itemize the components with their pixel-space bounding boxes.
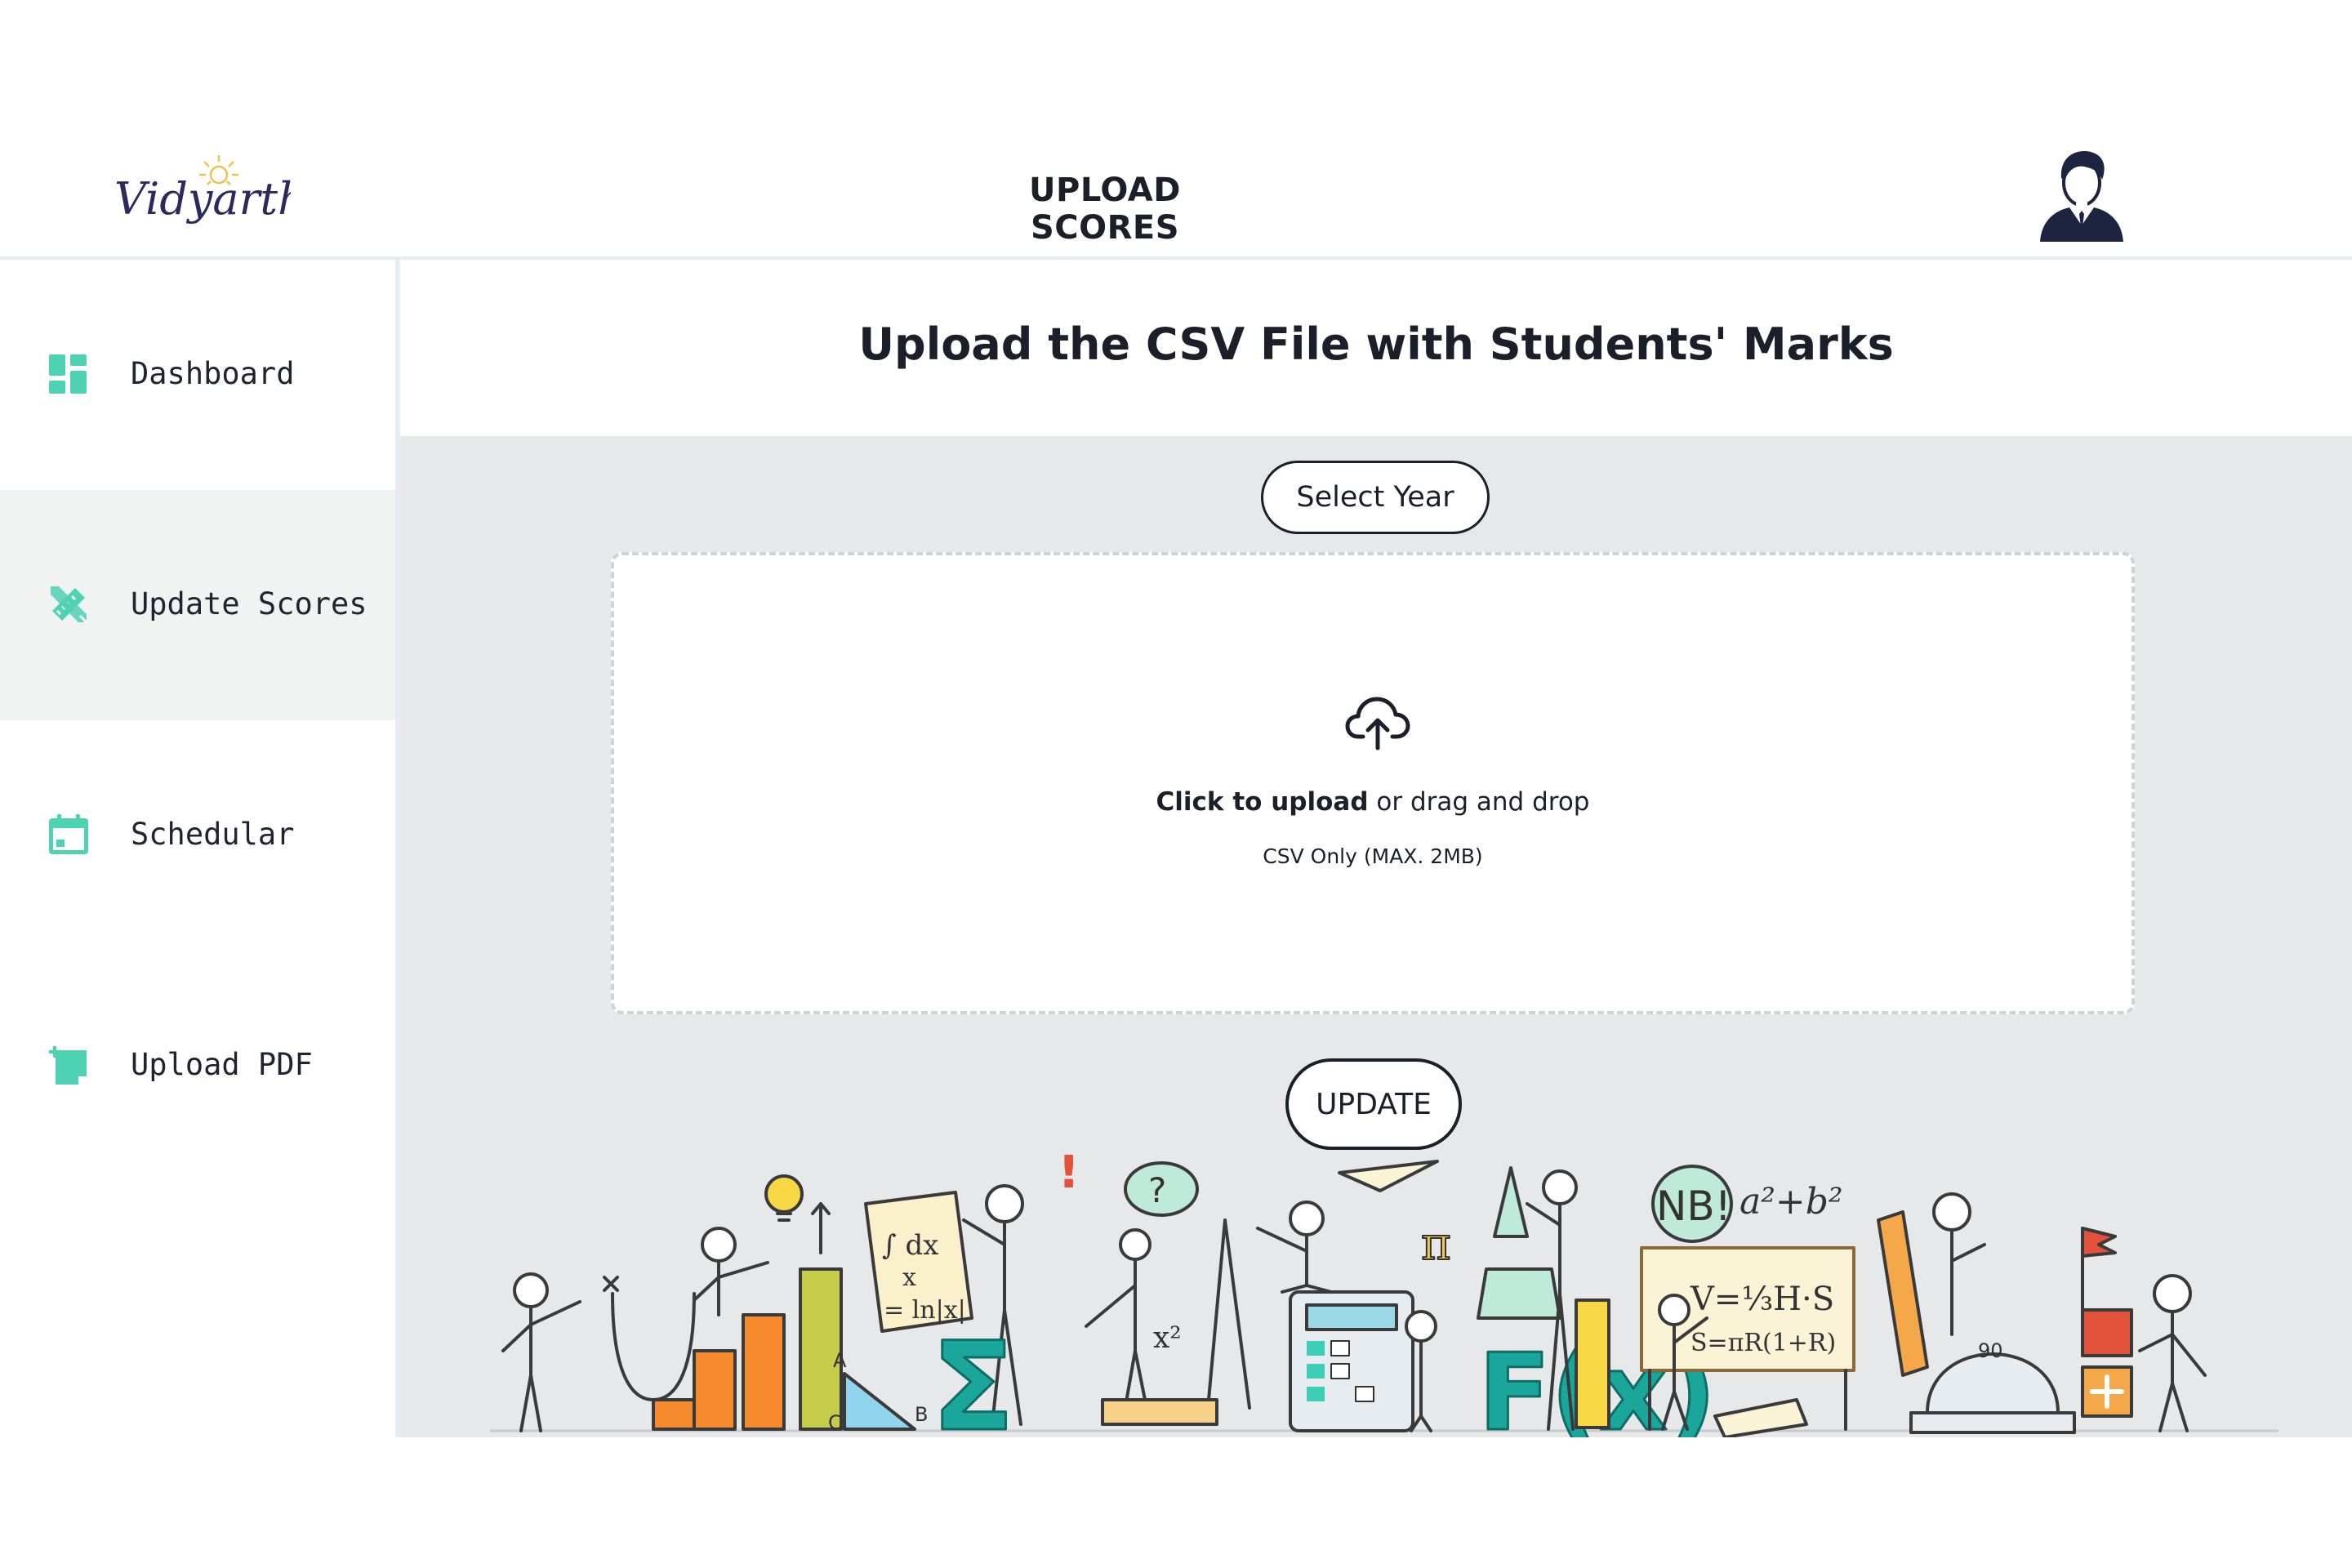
update-button[interactable]: UPDATE	[1285, 1058, 1462, 1150]
upload-instruction: Click to upload or drag and drop	[614, 787, 2132, 817]
sidebar-item-schedular[interactable]: Schedular	[0, 720, 395, 951]
file-type-hint: CSV Only (MAX. 2MB)	[1263, 844, 1483, 868]
add-note-icon	[49, 1046, 87, 1085]
file-dropzone[interactable]: Click to upload or drag and drop CSV Onl…	[611, 552, 2135, 1014]
user-avatar-icon[interactable]	[2037, 145, 2127, 243]
svg-text:C: C	[828, 1411, 842, 1434]
sidebar: Dashboard Update Scores Schedular Upload…	[0, 260, 400, 1437]
top-header: Vidyarthi UPLOAD SCORES	[0, 121, 2352, 260]
sidebar-item-upload-pdf[interactable]: Upload PDF	[0, 951, 395, 1181]
sidebar-item-label: Schedular	[131, 817, 295, 852]
integral-paper-icon: ∫ dx x = ln|x| A C B Σ !	[828, 1155, 1080, 1437]
dashboard-icon	[49, 354, 87, 394]
svg-text:S=πR(1+R): S=πR(1+R)	[1690, 1329, 1836, 1357]
logo-text: Vidyarthi	[114, 173, 291, 225]
calendar-icon	[49, 814, 88, 854]
svg-text:NB!: NB!	[1656, 1183, 1731, 1230]
main-title: Upload the CSV File with Students' Marks	[858, 318, 1894, 370]
svg-text:a²+b²: a²+b²	[1740, 1181, 1843, 1223]
bar-chart-icon	[693, 1174, 843, 1431]
main-title-area: Upload the CSV File with Students' Marks	[400, 260, 2352, 436]
vidyarthi-logo[interactable]: Vidyarthi	[111, 145, 291, 243]
select-year-button[interactable]: Select Year	[1261, 461, 1490, 534]
protractor-pencil-icon: 90	[1877, 1192, 2207, 1434]
svg-text:B: B	[915, 1403, 928, 1426]
svg-text:Σ: Σ	[931, 1316, 1014, 1437]
sidebar-item-dashboard[interactable]: Dashboard	[0, 260, 395, 490]
svg-text:?: ?	[1148, 1170, 1166, 1210]
svg-text:x²: x²	[1153, 1321, 1182, 1355]
svg-text:!: !	[1058, 1155, 1080, 1200]
cloud-upload-icon	[1345, 697, 1410, 751]
pencil-ruler-icon	[51, 586, 88, 624]
click-to-upload-link[interactable]: Click to upload	[1156, 787, 1369, 817]
compass-person-icon: ? x²	[1085, 1160, 1439, 1432]
sidebar-item-label: Update Scores	[131, 586, 368, 621]
page-title: UPLOAD SCORES	[1029, 172, 1181, 247]
svg-text:x: x	[902, 1263, 916, 1292]
svg-text:∫ dx: ∫ dx	[882, 1229, 938, 1262]
sidebar-item-update-scores[interactable]: Update Scores	[0, 490, 395, 720]
svg-text:A: A	[833, 1349, 847, 1372]
blackboard-icon: NB! a²+b² V=⅓H·S S=πR(1+R)	[1640, 1165, 1855, 1437]
sidebar-item-label: Dashboard	[131, 356, 295, 391]
svg-text:V=⅓H·S: V=⅓H·S	[1690, 1281, 1834, 1318]
math-doodle-illustration: ∫ dx x = ln|x| A C B Σ ! ? x² π NB! a²+b…	[490, 1155, 2278, 1437]
svg-text:π: π	[1421, 1218, 1451, 1271]
drag-drop-text: or drag and drop	[1368, 787, 1590, 817]
upload-panel: Select Year Click to upload or drag and …	[400, 436, 2352, 1437]
svg-text:90: 90	[1978, 1339, 2003, 1362]
sidebar-item-label: Upload PDF	[131, 1047, 313, 1082]
